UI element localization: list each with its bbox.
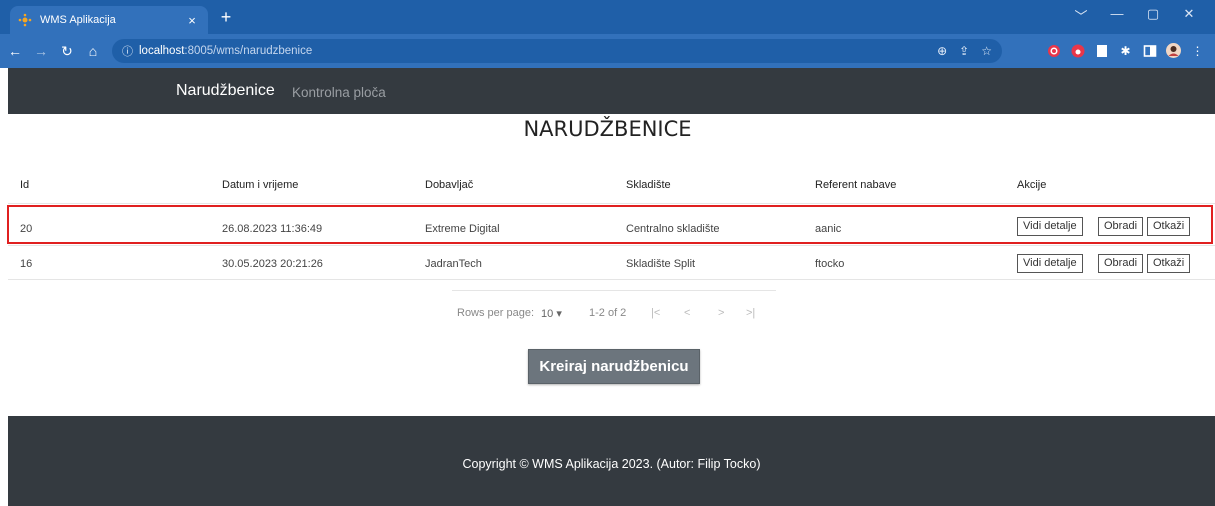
column-header-supplier: Dobavljač: [425, 179, 474, 191]
row-divider: [8, 279, 1215, 280]
column-header-warehouse: Skladište: [626, 179, 671, 191]
column-header-datetime: Datum i vrijeme: [222, 179, 299, 191]
close-window-button[interactable]: ✕: [1171, 6, 1207, 25]
pagination-range: 1-2 of 2: [589, 307, 627, 319]
forward-arrow-icon[interactable]: →: [30, 43, 52, 59]
cancel-order-button[interactable]: Otkaži: [1147, 254, 1191, 273]
site-info-icon[interactable]: ⓘ: [122, 43, 133, 59]
column-header-referent: Referent nabave: [815, 179, 897, 191]
rows-per-page-value: 10: [541, 308, 554, 320]
page-title: NARUDŽBENICE: [523, 117, 692, 141]
bookmark-star-icon[interactable]: ☆: [981, 44, 992, 58]
cell-datetime: 30.05.2023 20:21:26: [222, 258, 323, 270]
tab-search-icon[interactable]: ﹀: [1063, 6, 1099, 25]
url-path: :8005/wms/narudzbenice: [184, 45, 313, 57]
extension-document-icon[interactable]: [1094, 43, 1109, 58]
reload-icon[interactable]: ↻: [56, 43, 78, 60]
row-divider: [8, 245, 1215, 246]
header-divider: [8, 203, 1215, 204]
footer: Copyright © WMS Aplikacija 2023. (Autor:…: [8, 416, 1215, 506]
tab-close-icon[interactable]: ×: [184, 13, 200, 28]
cell-supplier: JadranTech: [425, 258, 482, 270]
home-icon[interactable]: ⌂: [82, 43, 104, 59]
navbar-brand[interactable]: Narudžbenice: [176, 82, 275, 100]
view-details-button[interactable]: Vidi detalje: [1017, 254, 1083, 273]
minimize-button[interactable]: —: [1099, 6, 1135, 25]
cell-id: 16: [20, 258, 33, 270]
address-bar[interactable]: ⓘ localhost:8005/wms/narudzbenice ⊕ ⇪ ☆: [112, 39, 1002, 63]
install-app-icon[interactable]: ⊕: [937, 44, 947, 58]
column-header-actions: Akcije: [1017, 179, 1047, 191]
process-button[interactable]: Obradi: [1098, 254, 1144, 273]
url-host: localhost: [139, 45, 185, 57]
cell-warehouse: Skladište Split: [626, 258, 696, 270]
menu-kebab-icon[interactable]: ⋮: [1190, 43, 1205, 58]
previous-page-icon[interactable]: <: [684, 307, 690, 319]
next-page-icon[interactable]: >: [718, 307, 724, 319]
back-arrow-icon[interactable]: ←: [4, 43, 26, 59]
extensions-puzzle-icon[interactable]: ✱: [1118, 43, 1133, 58]
cell-referent: ftocko: [815, 258, 845, 270]
browser-tab-bar: WMS Aplikacija × + ﹀ — ▢ ✕: [0, 0, 1215, 34]
side-panel-icon[interactable]: [1142, 43, 1157, 58]
column-header-id: Id: [20, 179, 30, 191]
app-navbar: Narudžbenice Kontrolna ploča: [8, 68, 1215, 114]
nav-link-dashboard[interactable]: Kontrolna ploča: [292, 85, 386, 100]
caret-down-icon: ▾: [556, 308, 562, 320]
rows-per-page-label: Rows per page:: [457, 307, 535, 319]
new-tab-button[interactable]: +: [216, 8, 236, 26]
browser-toolbar: ← → ↻ ⌂ ⓘ localhost:8005/wms/narudzbenic…: [0, 34, 1215, 68]
window-controls: ﹀ — ▢ ✕: [1063, 6, 1207, 25]
row-highlight: [7, 205, 1213, 244]
profile-avatar-icon[interactable]: [1166, 43, 1181, 58]
create-order-button[interactable]: Kreiraj narudžbenicu: [528, 349, 700, 384]
share-icon[interactable]: ⇪: [959, 44, 969, 58]
tab-title: WMS Aplikacija: [40, 14, 116, 26]
rows-per-page-select[interactable]: 10 ▾: [541, 307, 562, 320]
maximize-button[interactable]: ▢: [1135, 6, 1171, 25]
footer-copyright: Copyright © WMS Aplikacija 2023. (Autor:…: [462, 457, 761, 471]
first-page-icon[interactable]: |<: [651, 307, 660, 319]
app-favicon-icon: [18, 13, 32, 27]
last-page-icon[interactable]: >|: [746, 307, 755, 319]
extension-target-icon[interactable]: [1046, 43, 1061, 58]
pagination-divider: [452, 290, 776, 291]
extension-drop-icon[interactable]: [1070, 43, 1085, 58]
extensions-area: ✱ ⋮: [1046, 43, 1205, 58]
browser-tab[interactable]: WMS Aplikacija ×: [10, 6, 208, 34]
